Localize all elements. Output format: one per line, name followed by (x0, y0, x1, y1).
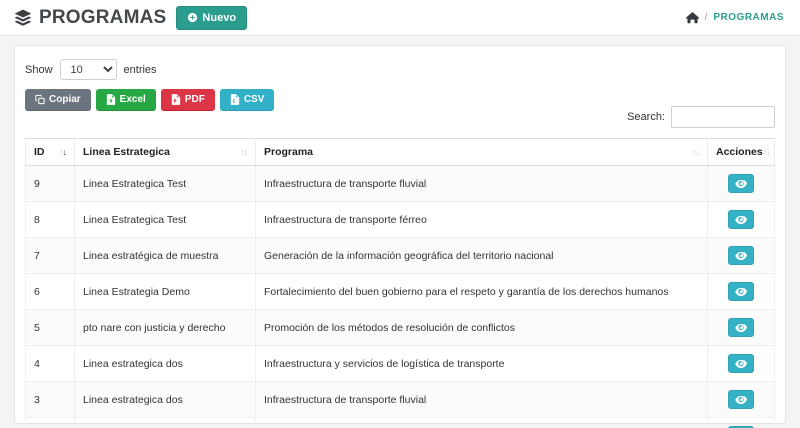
cell-acciones (708, 274, 775, 310)
table-row: 8 Linea Estrategica Test Infraestructura… (26, 202, 775, 238)
view-button[interactable] (728, 318, 754, 337)
cell-acciones (708, 202, 775, 238)
cell-linea-estrategica: Linea estratégica de muestra (75, 238, 256, 274)
table-row: 7 Linea estratégica de muestra Generació… (26, 238, 775, 274)
cell-id: 5 (26, 310, 75, 346)
sort-icon: ↑↓ (240, 147, 247, 157)
top-navbar: PROGRAMAS Nuevo / PROGRAMAS (0, 0, 800, 36)
column-header-acciones[interactable]: Acciones ↑↓ (708, 139, 775, 166)
cell-acciones (708, 238, 775, 274)
cell-linea-estrategica: Linea estrategica dos (75, 382, 256, 418)
cell-linea-estrategica: Linea Estrategica Test (75, 202, 256, 238)
cell-acciones (708, 418, 775, 428)
eye-icon (735, 214, 747, 225)
table-header-row: ID ↑↓ Linea Estrategica ↑↓ Programa ↑↓ (26, 139, 775, 166)
view-button[interactable] (728, 246, 754, 265)
excel-button[interactable]: Excel (96, 89, 156, 111)
entries-label: entries (124, 64, 157, 76)
cell-id: 3 (26, 382, 75, 418)
table-length-control: Show 10 entries (25, 59, 775, 80)
search-label: Search: (627, 111, 665, 123)
file-excel-icon (106, 94, 116, 105)
cell-acciones (708, 166, 775, 202)
cell-linea-estrategica: Linea estrategica dos (75, 418, 256, 428)
cell-acciones (708, 346, 775, 382)
cell-programa: Infraestructura de transporte férreo (256, 202, 708, 238)
table-row: 9 Linea Estrategica Test Infraestructura… (26, 166, 775, 202)
cell-id: 6 (26, 274, 75, 310)
show-label: Show (25, 64, 53, 76)
cell-id: 9 (26, 166, 75, 202)
view-button[interactable] (728, 390, 754, 409)
page-title: PROGRAMAS (39, 7, 166, 29)
column-header-programa[interactable]: Programa ↑↓ (256, 139, 708, 166)
excel-button-label: Excel (120, 94, 146, 105)
cell-programa: Promoción de los métodos de resolución d… (256, 310, 708, 346)
table-row: 4 Linea estrategica dos Infraestructura … (26, 346, 775, 382)
column-header-linea[interactable]: Linea Estrategica ↑↓ (75, 139, 256, 166)
copy-button[interactable]: Copiar (25, 89, 91, 111)
column-header-label: Acciones (716, 146, 763, 158)
cell-id: 4 (26, 346, 75, 382)
pdf-button-label: PDF (185, 94, 205, 105)
page-size-select[interactable]: 10 (60, 59, 117, 80)
cell-linea-estrategica: pto nare con justicia y derecho (75, 310, 256, 346)
csv-button-label: CSV (244, 94, 265, 105)
column-header-label: Programa (264, 146, 313, 158)
cell-programa: Infraestructura y servicios de logística… (256, 346, 708, 382)
view-button[interactable] (728, 354, 754, 373)
column-header-label: Linea Estrategica (83, 146, 170, 158)
cell-acciones (708, 310, 775, 346)
table-body: 9 Linea Estrategica Test Infraestructura… (26, 166, 775, 428)
cell-programa: Infraestructura de transporte fluvial (256, 166, 708, 202)
view-button[interactable] (728, 174, 754, 193)
eye-icon (735, 178, 747, 189)
eye-icon (735, 394, 747, 405)
eye-icon (735, 250, 747, 261)
column-header-label: ID (34, 146, 45, 158)
cell-programa: Infraestructura de transporte férreo (256, 418, 708, 428)
eye-icon (735, 286, 747, 297)
eye-icon (735, 358, 747, 369)
new-button-label: Nuevo (202, 12, 236, 24)
table-row: 6 Linea Estrategia Demo Fortalecimiento … (26, 274, 775, 310)
new-button[interactable]: Nuevo (176, 6, 247, 30)
table-row: 2 Linea estrategica dos Infraestructura … (26, 418, 775, 428)
copy-icon (35, 94, 45, 105)
cell-programa: Fortalecimiento del buen gobierno para e… (256, 274, 708, 310)
copy-button-label: Copiar (49, 94, 81, 105)
search-input[interactable] (671, 106, 775, 128)
cell-programa: Infraestructura de transporte fluvial (256, 382, 708, 418)
plus-circle-icon (187, 12, 198, 23)
home-icon[interactable] (686, 12, 699, 24)
cell-id: 7 (26, 238, 75, 274)
view-button[interactable] (728, 282, 754, 301)
cell-linea-estrategica: Linea estrategica dos (75, 346, 256, 382)
cell-linea-estrategica: Linea Estrategica Test (75, 166, 256, 202)
pdf-button[interactable]: PDF (161, 89, 215, 111)
column-header-id[interactable]: ID ↑↓ (26, 139, 75, 166)
brand: PROGRAMAS (13, 7, 166, 29)
sort-icon: ↑↓ (763, 147, 770, 157)
cell-acciones (708, 382, 775, 418)
table-row: 3 Linea estrategica dos Infraestructura … (26, 382, 775, 418)
file-csv-icon (230, 94, 240, 105)
table-row: 5 pto nare con justicia y derecho Promoc… (26, 310, 775, 346)
breadcrumb-separator: / (705, 12, 708, 23)
sort-icon: ↑↓ (692, 147, 699, 157)
cell-programa: Generación de la información geográfica … (256, 238, 708, 274)
cell-id: 2 (26, 418, 75, 428)
programs-table: ID ↑↓ Linea Estrategica ↑↓ Programa ↑↓ (25, 138, 775, 428)
sort-icon: ↑↓ (59, 147, 66, 157)
cell-linea-estrategica: Linea Estrategia Demo (75, 274, 256, 310)
content-card: Show 10 entries Copiar Excel PDF (14, 45, 786, 424)
file-pdf-icon (171, 94, 181, 105)
breadcrumb-current: PROGRAMAS (713, 12, 784, 23)
cell-id: 8 (26, 202, 75, 238)
eye-icon (735, 322, 747, 333)
view-button[interactable] (728, 210, 754, 229)
csv-button[interactable]: CSV (220, 89, 275, 111)
breadcrumb: / PROGRAMAS (686, 12, 784, 24)
layers-icon (13, 8, 33, 28)
